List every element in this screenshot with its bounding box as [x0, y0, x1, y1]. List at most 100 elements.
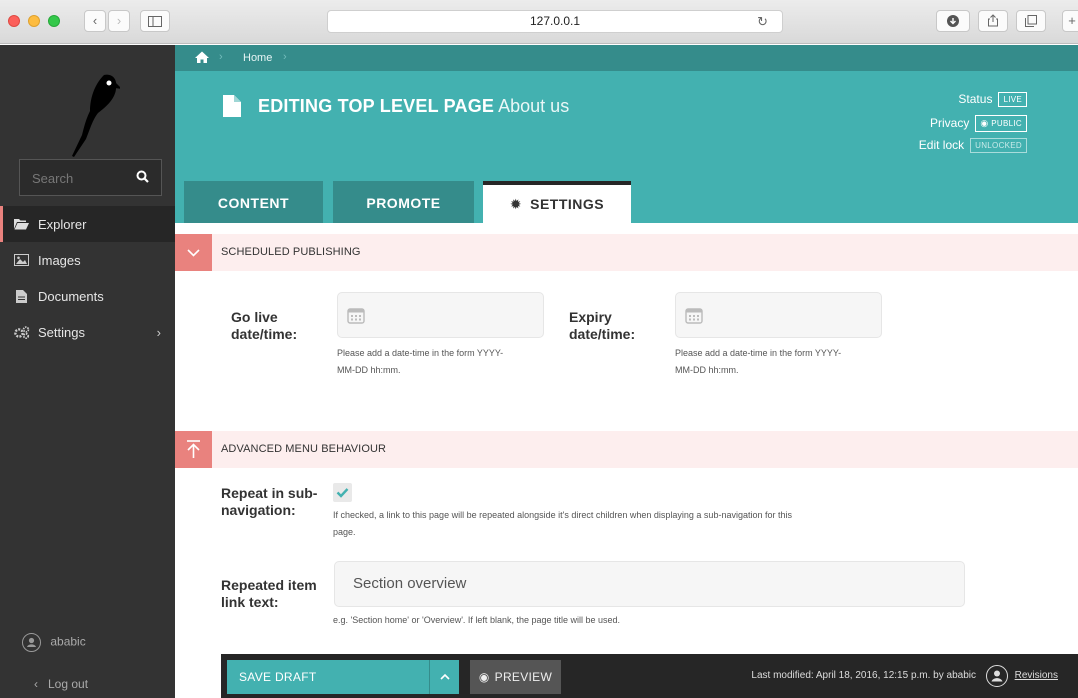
privacy-row: Privacy ◉ PUBLIC [930, 115, 1027, 133]
avatar [22, 633, 41, 652]
tab-settings[interactable]: ✹ SETTINGS [483, 181, 631, 223]
edit-lock-label: Edit lock [918, 138, 965, 152]
status-badge[interactable]: LIVE [998, 92, 1027, 108]
status-row: Status LIVE [958, 92, 1027, 110]
breadcrumb-home-link[interactable]: Home [243, 52, 272, 64]
link-text-label-line1: Repeated item [221, 577, 317, 593]
link-text-label: Repeated item link text: [221, 577, 317, 611]
expiry-help-line1: Please add a date-time in the form YYYY- [675, 348, 842, 358]
calendar-icon [685, 308, 703, 324]
downloads-button[interactable] [936, 10, 970, 32]
expiry-label-line1: Expiry [569, 309, 612, 325]
repeat-label-line1: Repeat in sub- [221, 485, 318, 501]
minimize-window-button[interactable] [28, 15, 40, 27]
user-account[interactable]: ababic [22, 633, 86, 652]
sidebar-item-label: Explorer [38, 217, 87, 232]
tabs-button[interactable] [1016, 10, 1046, 32]
forward-button[interactable]: › [108, 10, 130, 32]
chevron-left-icon: ‹ [92, 13, 98, 28]
link-text-label-line2: link text: [221, 594, 279, 610]
privacy-button[interactable]: ◉ PUBLIC [975, 115, 1027, 132]
go-live-label-line2: date/time: [231, 326, 298, 342]
expiry-date-input[interactable] [675, 292, 882, 338]
repeat-label: Repeat in sub- navigation: [221, 485, 317, 519]
chevron-down-icon [187, 249, 200, 257]
url-text: 127.0.0.1 [529, 14, 581, 28]
preview-button[interactable]: ◉ PREVIEW [470, 660, 561, 694]
go-live-help-line1: Please add a date-time in the form YYYY- [337, 348, 504, 358]
tab-settings-label: SETTINGS [530, 196, 605, 212]
sidebar-toggle-button[interactable] [140, 10, 170, 32]
tabs-icon [1025, 15, 1037, 27]
image-icon [14, 254, 29, 266]
share-icon [988, 14, 998, 27]
repeat-checkbox[interactable] [333, 483, 352, 502]
page-title-name: About us [498, 96, 570, 116]
tab-content[interactable]: CONTENT [184, 181, 323, 223]
sidebar-item-images[interactable]: Images [0, 242, 175, 278]
expiry-label-line2: date/time: [569, 326, 636, 342]
tab-promote[interactable]: PROMOTE [333, 181, 474, 223]
address-bar[interactable]: 127.0.0.1 ↻ [327, 10, 783, 33]
edit-lock-button[interactable]: UNLOCKED [970, 138, 1027, 154]
sidebar: Search Explorer Images Documents Setting… [0, 45, 175, 698]
chevron-left-icon: ‹ [34, 677, 38, 691]
sidebar-item-settings[interactable]: Settings › [0, 314, 175, 350]
sidebar-item-explorer[interactable]: Explorer [0, 206, 175, 242]
privacy-label: Privacy [929, 115, 970, 130]
calendar-icon [347, 308, 365, 324]
new-tab-button[interactable]: + [1062, 10, 1078, 32]
reload-icon[interactable]: ↻ [757, 11, 768, 32]
section-advanced-menu[interactable]: ADVANCED MENU BEHAVIOUR [175, 431, 1078, 468]
more-actions-button[interactable] [429, 660, 459, 694]
logout-link[interactable]: ‹ Log out [34, 677, 88, 691]
go-live-date-input[interactable] [337, 292, 544, 338]
page-title: EDITING TOP LEVEL PAGE About us [258, 96, 569, 117]
section-title: ADVANCED MENU BEHAVIOUR [221, 443, 387, 455]
repeat-help-line1: If checked, a link to this page will be … [333, 510, 792, 520]
chevron-right-icon: › [116, 13, 122, 28]
link-text-input[interactable]: Section overview [334, 561, 965, 607]
breadcrumb: › Home › [175, 45, 1078, 71]
wagtail-logo-icon[interactable] [60, 69, 120, 161]
sidebar-item-documents[interactable]: Documents [0, 278, 175, 314]
search-placeholder: Search [32, 171, 74, 186]
go-live-label: Go live date/time: [231, 309, 297, 343]
repeat-help: If checked, a link to this page will be … [333, 507, 792, 541]
sidebar-item-label: Images [38, 253, 81, 268]
page-header: › Home › EDITING TOP LEVEL PAGE About us… [175, 45, 1078, 223]
sidebar-item-label: Settings [38, 325, 85, 340]
maximize-window-button[interactable] [48, 15, 60, 27]
share-button[interactable] [978, 10, 1008, 32]
cog-icon: ✹ [509, 196, 523, 212]
sidebar-icon [148, 16, 162, 27]
expiry-help: Please add a date-time in the form YYYY-… [675, 345, 841, 379]
chevron-right-icon: › [283, 51, 287, 63]
save-draft-button[interactable]: SAVE DRAFT [227, 660, 429, 694]
folder-open-icon [14, 219, 29, 230]
collapse-toggle[interactable] [175, 234, 212, 271]
edit-lock-row: Edit lock UNLOCKED [919, 138, 1027, 156]
revisions-link[interactable]: Revisions [1015, 670, 1058, 681]
close-window-button[interactable] [8, 15, 20, 27]
action-bar: SAVE DRAFT ◉ PREVIEW Last modified: April… [221, 654, 1078, 698]
home-icon[interactable] [195, 51, 209, 63]
back-button[interactable]: ‹ [84, 10, 106, 32]
link-text-help: e.g. 'Section home' or 'Overview'. If le… [333, 615, 621, 625]
repeat-label-line2: navigation: [221, 502, 296, 518]
repeat-help-line2: page. [333, 527, 356, 537]
avatar [986, 665, 1008, 687]
eye-icon: ◉ [478, 670, 490, 684]
privacy-value: PUBLIC [991, 119, 1022, 128]
checkmark-icon [336, 488, 349, 498]
section-scheduled-publishing[interactable]: SCHEDULED PUBLISHING [175, 234, 1078, 271]
chevron-right-icon: › [156, 325, 161, 340]
collapse-toggle[interactable] [175, 431, 212, 468]
username: ababic [50, 634, 86, 649]
cogs-icon [14, 326, 30, 339]
search-icon[interactable] [136, 170, 149, 183]
preview-label: PREVIEW [494, 670, 553, 684]
search-input[interactable]: Search [19, 159, 162, 196]
eye-icon: ◉ [980, 118, 992, 128]
browser-toolbar: ‹ › 127.0.0.1 ↻ + [0, 0, 1078, 44]
